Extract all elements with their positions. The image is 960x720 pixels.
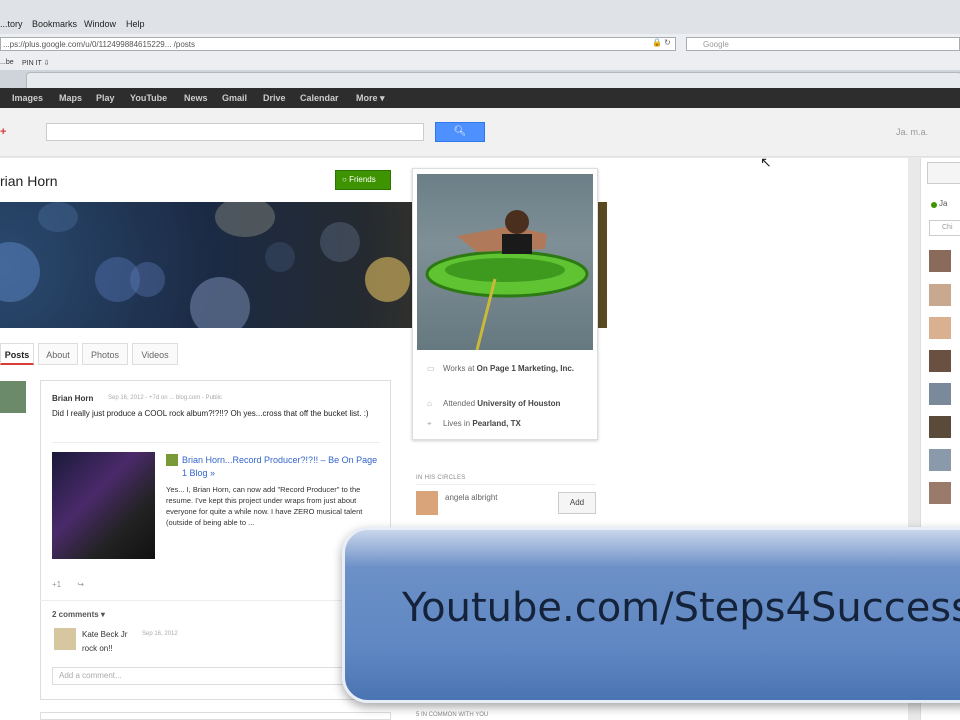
menu-history[interactable]: ...tory (0, 19, 23, 29)
gbar-more[interactable]: More ▾ (356, 93, 385, 104)
post-actions: +1 ↪ (52, 580, 84, 589)
about-lives-label: Lives in (443, 419, 471, 428)
bookmarks-bar: ...be PIN IT ⇩ (0, 56, 960, 70)
profile-name: rian Horn (0, 173, 58, 189)
gbar-news[interactable]: News (184, 93, 208, 103)
avatar[interactable] (416, 491, 438, 515)
promo-text: Youtube.com/Steps4Success (402, 585, 960, 631)
comment-date: Sep 16, 2012 (142, 631, 178, 637)
profile-photo[interactable] (417, 174, 593, 350)
comment-text: rock on!! (82, 644, 113, 653)
comments-count[interactable]: 2 comments ▾ (52, 610, 105, 619)
add-button[interactable]: Add (558, 492, 596, 514)
gbar-drive[interactable]: Drive (263, 93, 286, 103)
circle-icon: ○ (342, 175, 350, 184)
divider (52, 442, 380, 443)
gbar-calendar[interactable]: Calendar (300, 93, 339, 103)
tab-posts[interactable]: Posts (0, 343, 34, 365)
post-meta[interactable]: Sep 16, 2012 - +7d on ... blog.com - Pub… (108, 395, 222, 401)
about-works-org[interactable]: On Page 1 Marketing, Inc. (477, 364, 574, 373)
share-icon[interactable]: ↪ (77, 580, 84, 589)
post-card (40, 712, 391, 720)
status-dot-icon (931, 202, 937, 208)
gbar-gmail[interactable]: Gmail (222, 93, 247, 103)
link-thumbnail[interactable] (52, 452, 155, 559)
avatar[interactable] (929, 416, 951, 438)
mouse-cursor-icon: ↖ (760, 154, 772, 170)
bookmark-pinit[interactable]: PIN IT ⇩ (22, 59, 50, 67)
gbar-images[interactable]: Images (12, 93, 43, 103)
profile-tabs: Posts About Photos Videos (0, 343, 190, 365)
google-bar: Images Maps Play YouTube News Gmail Driv… (0, 88, 960, 108)
gplus-search-input[interactable] (46, 123, 424, 141)
avatar[interactable] (929, 449, 951, 471)
browser-tab[interactable] (26, 72, 960, 89)
site-favicon-icon (166, 454, 178, 466)
bookmark-youtube[interactable]: ...be (0, 59, 14, 66)
tab-about[interactable]: About (38, 343, 78, 365)
avatar[interactable] (929, 482, 951, 504)
search-icon: 🔍︎ (453, 126, 467, 137)
add-comment-input[interactable]: Add a comment... (52, 667, 372, 685)
common-heading: 5 IN COMMON WITH YOU (416, 712, 489, 718)
menu-bookmarks[interactable]: Bookmarks (32, 19, 77, 29)
gplus-logo[interactable]: + (0, 126, 6, 138)
divider (416, 484, 596, 485)
avatar[interactable] (929, 250, 951, 272)
about-attended-label: Attended (443, 399, 476, 408)
circles-heading: IN HIS CIRCLES (416, 475, 466, 481)
chat-search-input[interactable]: Chi (929, 220, 960, 236)
browser-menubar: ...tory Bookmarks Window Help (0, 0, 960, 35)
link-title[interactable]: Brian Horn...Record Producer?!?!! – Be O… (182, 454, 382, 480)
divider (40, 600, 391, 601)
tab-videos[interactable]: Videos (132, 343, 178, 365)
about-works-label: Works at (443, 364, 475, 373)
about-works: Works at On Page 1 Marketing, Inc. (443, 363, 588, 375)
briefcase-icon: ▭ (427, 364, 435, 373)
about-attended: Attended University of Houston (443, 398, 588, 410)
friends-button-label: Friends (349, 175, 376, 184)
gbar-maps[interactable]: Maps (59, 93, 82, 103)
gbar-play[interactable]: Play (96, 93, 115, 103)
browser-search-input[interactable]: Google (686, 37, 960, 51)
chat-status[interactable]: Ja (939, 199, 947, 208)
link-description: Yes... I, Brian Horn, can now add "Recor… (166, 485, 363, 527)
about-lives-place[interactable]: Pearland, TX (472, 419, 520, 428)
menu-window[interactable]: Window (84, 19, 116, 29)
post-author[interactable]: Brian Horn (52, 394, 93, 403)
avatar[interactable] (54, 628, 76, 650)
plus-one-button[interactable]: +1 (52, 580, 61, 589)
comment-author[interactable]: Kate Beck Jr (82, 630, 127, 639)
user-name[interactable]: Ja. m.a. (896, 127, 928, 137)
location-icon: ⌖ (427, 419, 432, 428)
about-attended-school[interactable]: University of Houston (477, 399, 560, 408)
avatar[interactable] (929, 317, 951, 339)
about-lives: Lives in Pearland, TX (443, 418, 588, 430)
avatar[interactable] (929, 284, 951, 306)
friends-button[interactable]: ○ Friends (335, 170, 391, 190)
photo-tube (425, 210, 589, 350)
gbar-youtube[interactable]: YouTube (130, 93, 167, 103)
post-text: Did I really just produce a COOL rock al… (52, 409, 369, 418)
lock-icon: 🔒 ↻ (652, 38, 671, 47)
school-icon: ⌂ (427, 399, 432, 408)
url-bar[interactable]: ...ps://plus.google.com/u/0/112499884615… (0, 37, 676, 51)
menu-help[interactable]: Help (126, 19, 145, 29)
avatar[interactable] (929, 350, 951, 372)
tab-photos[interactable]: Photos (82, 343, 128, 365)
avatar[interactable] (0, 381, 26, 413)
avatar[interactable] (929, 383, 951, 405)
chat-button[interactable] (927, 162, 960, 184)
gplus-search-button[interactable]: 🔍︎ (435, 122, 485, 142)
circle-member-name[interactable]: angela albright (445, 493, 497, 502)
